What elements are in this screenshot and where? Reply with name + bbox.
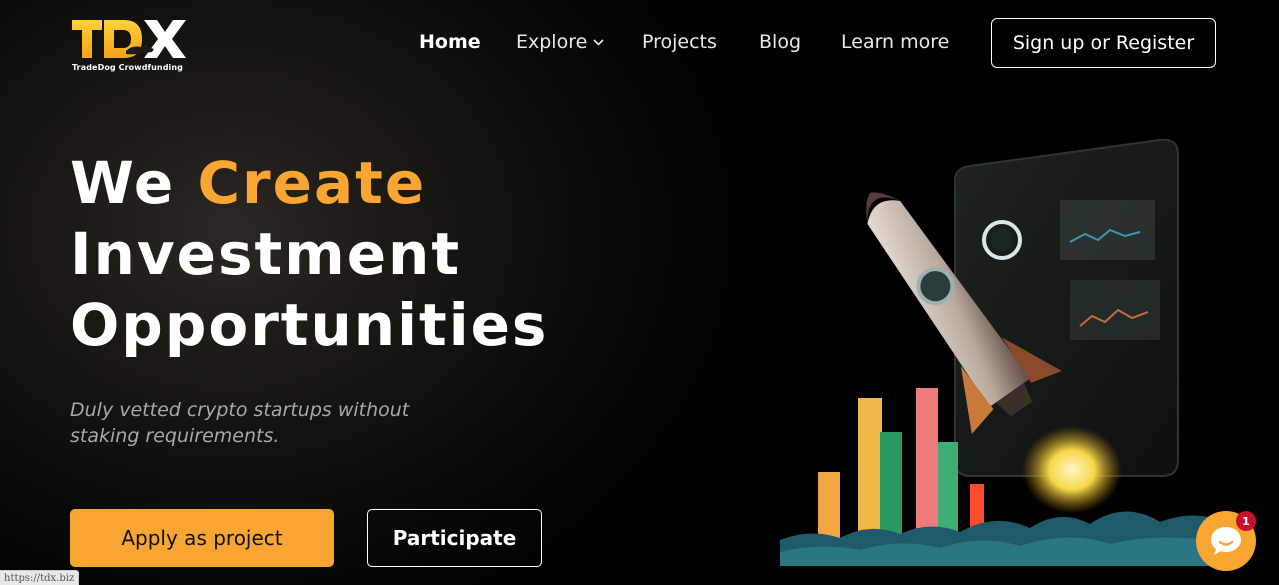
chevron-down-icon bbox=[593, 39, 604, 46]
nav-blog[interactable]: Blog bbox=[759, 30, 801, 54]
nav-projects[interactable]: Projects bbox=[642, 30, 717, 54]
hero-title-line3: Opportunities bbox=[70, 291, 549, 359]
nav-explore[interactable]: Explore bbox=[516, 30, 604, 54]
hero-title-accent: Create bbox=[197, 149, 427, 217]
participate-button[interactable]: Participate bbox=[367, 509, 542, 567]
nav-learn-more[interactable]: Learn more bbox=[841, 30, 949, 54]
hero-title-line2: Investment bbox=[70, 220, 462, 288]
chat-notification-badge: 1 bbox=[1236, 511, 1256, 531]
chat-bubble-icon bbox=[1211, 527, 1241, 555]
apply-as-project-button[interactable]: Apply as project bbox=[70, 509, 334, 567]
nav-explore-label: Explore bbox=[516, 31, 588, 53]
nav-home[interactable]: Home bbox=[419, 30, 481, 54]
hero-title-word1: We bbox=[70, 149, 176, 217]
status-bar-url: https://tdx.biz bbox=[0, 570, 80, 585]
hero-subtitle: Duly vetted crypto startups without stak… bbox=[70, 399, 410, 447]
brand-tagline: TradeDog Crowdfunding bbox=[72, 63, 184, 72]
hero-title: We Create Investment Opportunities bbox=[70, 148, 548, 361]
signup-register-button[interactable]: Sign up or Register bbox=[991, 18, 1216, 68]
rocket-illustration bbox=[780, 138, 1220, 566]
